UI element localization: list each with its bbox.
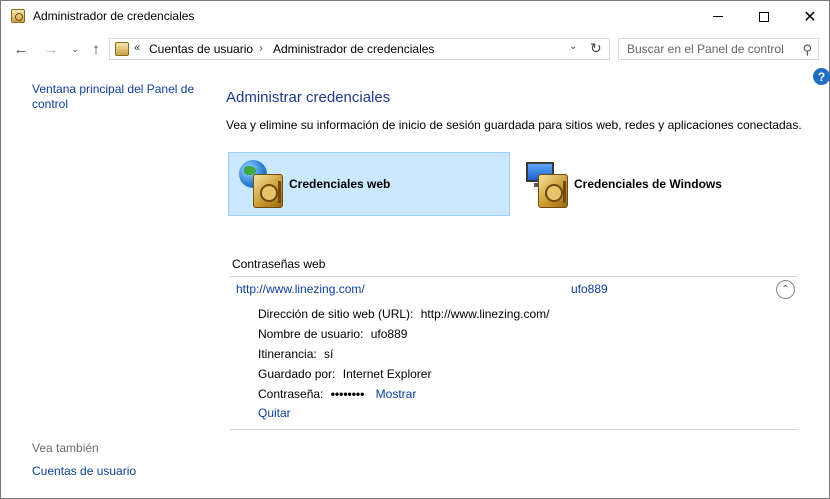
page-title: Administrar credenciales [226,89,391,106]
detail-site-url: Dirección de sitio web (URL): http://www… [258,307,549,321]
detail-password: Contraseña: •••••••• Mostrar [258,387,416,401]
breadcrumb-separator-icon[interactable]: › [259,41,263,55]
vault-icon [538,174,568,208]
windows-credentials-label: Credenciales de Windows [574,177,722,191]
detail-value: http://www.linezing.com/ [420,307,550,321]
back-button[interactable]: ← [11,38,31,60]
web-passwords-heading: Contraseñas web [232,257,326,271]
web-credentials-icon [237,156,291,212]
detail-value: sí [324,347,334,361]
detail-label: Contraseña: [258,387,324,401]
detail-label: Dirección de sitio web (URL): [258,307,414,321]
windows-credentials-tile[interactable]: Credenciales de Windows [514,152,794,216]
breadcrumb-user-accounts[interactable]: Cuentas de usuario [149,42,253,56]
password-masked-value: •••••••• [330,387,365,401]
credential-url-link[interactable]: http://www.linezing.com/ [236,282,365,296]
address-bar[interactable]: « Cuentas de usuario › Administrador de … [109,38,610,60]
credential-manager-icon [11,9,25,23]
overflow-chevron-icon[interactable]: « [134,42,140,54]
forward-button[interactable]: → [41,38,61,60]
detail-value: ufo889 [370,327,408,341]
web-credentials-label: Credenciales web [289,177,391,191]
search-icon[interactable]: ⚲ [802,42,812,58]
windows-credentials-icon [522,156,576,212]
detail-saved-by: Guardado por: Internet Explorer [258,367,431,381]
page-description: Vea y elimine su información de inicio d… [226,118,802,132]
maximize-icon [759,11,769,22]
up-button[interactable]: ↑ [86,38,106,60]
credential-user-link[interactable]: ufo889 [571,282,608,296]
minimize-icon [713,16,723,17]
web-credentials-tile[interactable]: Credenciales web [228,152,510,216]
detail-roaming: Itinerancia: sí [258,347,333,361]
user-accounts-link[interactable]: Cuentas de usuario [32,464,136,478]
collapse-chevron-icon[interactable]: ⌃ [776,280,795,299]
detail-label: Nombre de usuario: [258,327,364,341]
title-bar: Administrador de credenciales ✕ [1,1,829,32]
window-title: Administrador de credenciales [33,9,195,23]
see-also-heading: Vea también [32,441,99,455]
search-input[interactable]: Buscar en el Panel de control [627,42,784,56]
detail-username: Nombre de usuario: ufo889 [258,327,407,341]
detail-label: Guardado por: [258,367,336,381]
show-password-link[interactable]: Mostrar [376,387,417,401]
remove-credential-link[interactable]: Quitar [258,406,291,420]
address-dropdown-icon[interactable]: ⌄ [569,41,577,52]
section-divider [230,276,797,277]
minimize-button[interactable] [695,1,741,32]
control-panel-icon [115,42,129,56]
close-button[interactable]: ✕ [787,1,830,32]
detail-value: Internet Explorer [342,367,432,381]
control-panel-home-link[interactable]: Ventana principal del Panel de control [32,82,202,112]
vault-icon [253,174,283,208]
refresh-icon[interactable]: ↻ [590,40,602,57]
credential-manager-window: Administrador de credenciales ✕ ← → ⌄ ↑ … [0,0,830,499]
search-box[interactable]: Buscar en el Panel de control ⚲ [618,38,819,60]
breadcrumb-credential-manager[interactable]: Administrador de credenciales [273,42,434,56]
recent-locations-icon[interactable]: ⌄ [65,38,85,60]
help-icon[interactable]: ? [813,68,830,85]
section-divider-bottom [230,429,797,430]
maximize-button[interactable] [741,1,787,32]
detail-label: Itinerancia: [258,347,317,361]
